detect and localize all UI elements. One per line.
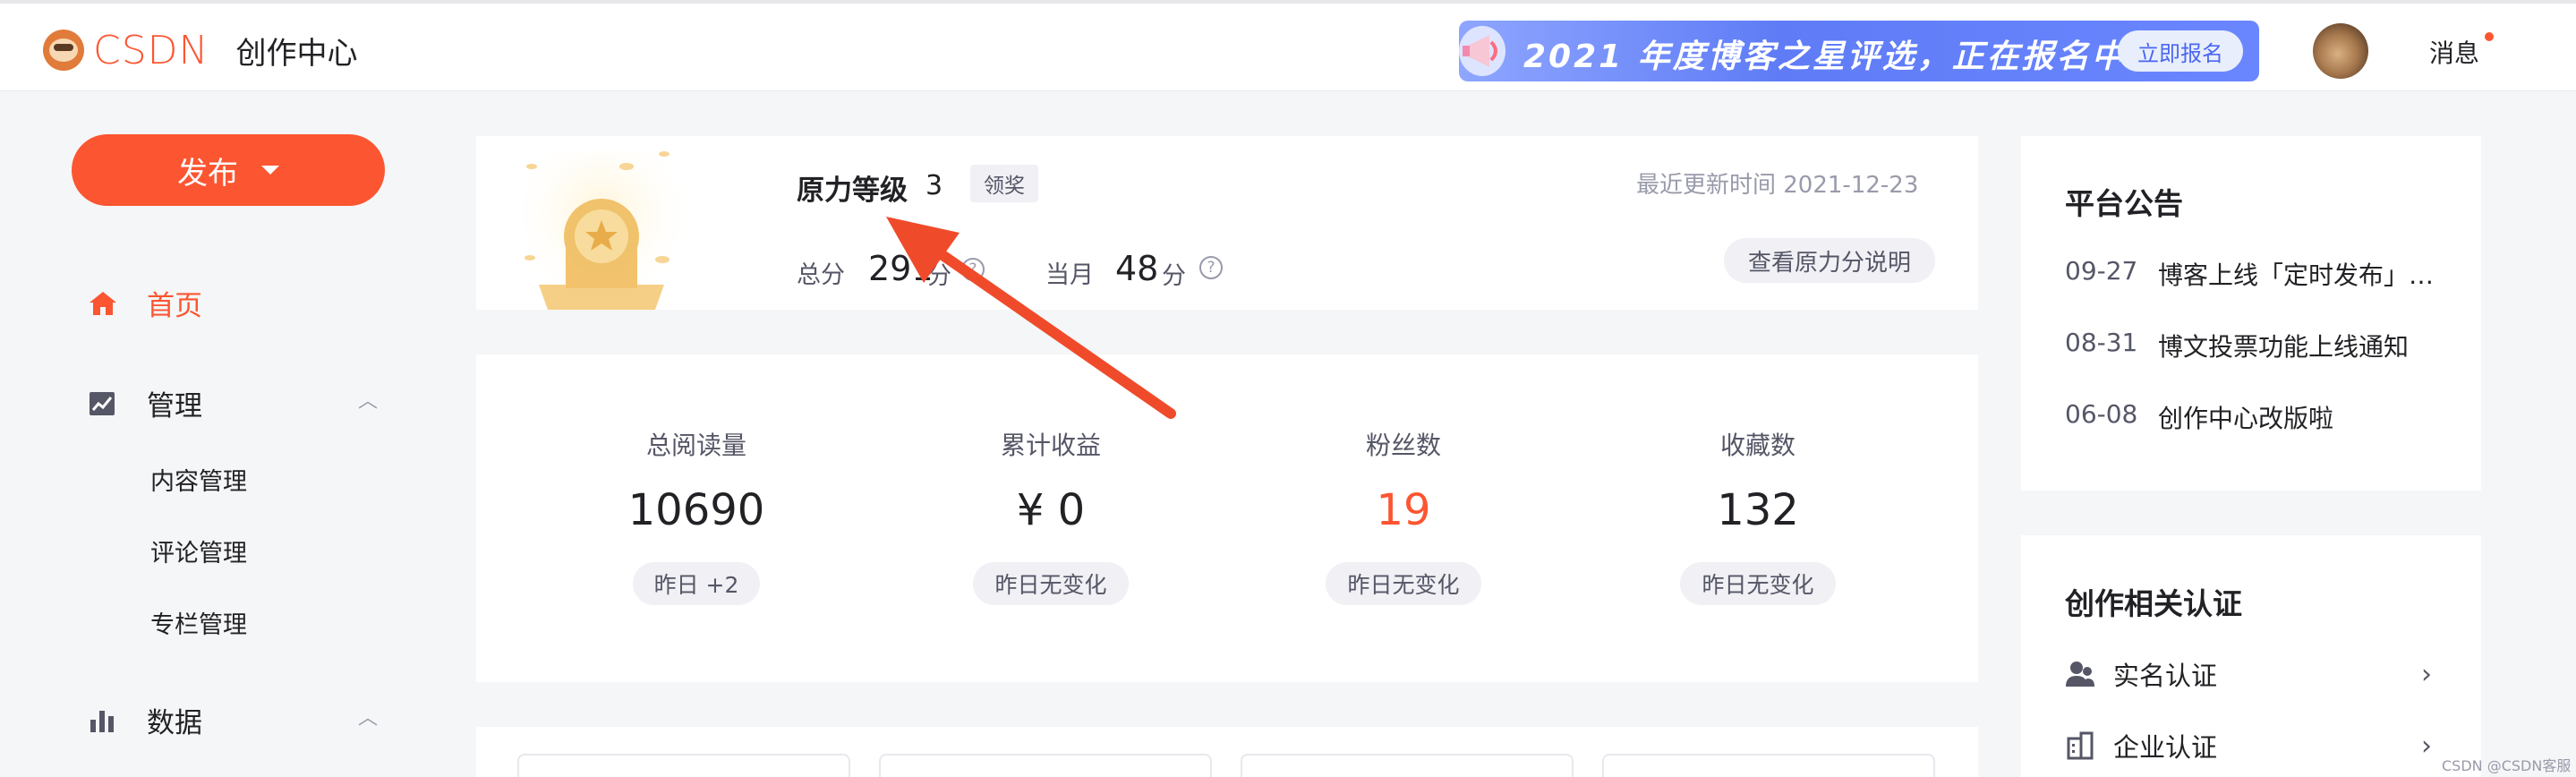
stat-label: 收藏数 — [1719, 431, 1796, 460]
top-bar: CSDN 创作中心 2021 年度博客之星评选，正在报名中! 立即报名 消息 — [0, 0, 2576, 91]
mini-card[interactable] — [879, 754, 1212, 777]
unread-dot — [2485, 32, 2494, 41]
publish-button[interactable]: 发布 — [72, 134, 385, 206]
sidebar-item-content[interactable]: 内容管理 — [150, 462, 247, 497]
stat-reads[interactable]: 总阅读量 10690 昨日 +2 — [562, 426, 831, 605]
cert-label: 企业认证 — [2113, 732, 2218, 763]
megaphone-icon — [1459, 26, 1506, 76]
notice-text: 博客上线「定时发布」功能 — [2158, 260, 2435, 290]
sidebar-item-label: 数据 — [147, 707, 202, 739]
chevron-right-icon: › — [2421, 658, 2432, 690]
bar-chart-icon — [90, 710, 114, 732]
center-title: 创作中心 — [235, 35, 358, 72]
stat-value: ¥ 0 — [1016, 485, 1086, 535]
sidebar-item-label: 首页 — [147, 290, 202, 322]
chevron-right-icon: › — [2421, 730, 2432, 762]
csdn-logo[interactable]: CSDN 创作中心 — [43, 27, 357, 73]
notice-text: 创作中心改版啦 — [2158, 404, 2334, 433]
cert-item-enterprise[interactable]: 企业认证 › — [2065, 727, 2432, 764]
stat-label: 粉丝数 — [1365, 431, 1441, 460]
sidebar-item-manage[interactable]: 管理 — [88, 383, 202, 423]
notice-title: 平台公告 — [2065, 186, 2183, 221]
stat-favorites[interactable]: 收藏数 132 昨日无变化 — [1624, 426, 1892, 605]
notice-date: 09-27 — [2065, 256, 2138, 286]
notice-text: 博文投票功能上线通知 — [2158, 332, 2410, 362]
mini-card[interactable] — [1602, 754, 1935, 777]
csdn-mascot-icon — [43, 30, 84, 71]
notice-date: 06-08 — [2065, 399, 2138, 429]
notice-item[interactable]: 08-31 博文投票功能上线通知 — [2065, 328, 2435, 363]
level-number: 3 — [925, 170, 943, 201]
total-score-label: 总分 — [797, 261, 845, 289]
annotation-arrow-icon — [886, 217, 1176, 419]
explain-score-button[interactable]: 查看原力分说明 — [1724, 238, 1935, 283]
stat-change: 昨日无变化 — [973, 562, 1129, 605]
chevron-up-icon[interactable]: ︿ — [358, 385, 378, 414]
banner-text: 2021 年度博客之星评选，正在报名中! — [1523, 38, 2145, 75]
notice-item[interactable]: 09-27 博客上线「定时发布」功能 — [2065, 256, 2435, 292]
sidebar-item-columns[interactable]: 专栏管理 — [150, 605, 247, 640]
chart-line-icon — [90, 391, 115, 415]
stat-label: 累计收益 — [1000, 431, 1101, 460]
stat-value: 132 — [1717, 485, 1799, 535]
user-group-icon — [2066, 662, 2094, 687]
sidebar-item-label: 管理 — [147, 390, 202, 423]
avatar[interactable] — [2313, 23, 2368, 79]
certification-title: 创作相关认证 — [2065, 586, 2242, 621]
stat-change: 昨日无变化 — [1680, 562, 1836, 605]
stat-earnings[interactable]: 累计收益 ¥ 0 昨日无变化 — [917, 426, 1185, 605]
notice-item[interactable]: 06-08 创作中心改版啦 — [2065, 399, 2435, 435]
stat-change: 昨日 +2 — [632, 562, 761, 605]
last-updated: 最近更新时间 2021-12-23 — [1636, 172, 1919, 199]
stat-label: 总阅读量 — [645, 431, 746, 460]
mini-card[interactable] — [1241, 754, 1574, 777]
sidebar-item-comments[interactable]: 评论管理 — [150, 534, 247, 568]
stat-change: 昨日无变化 — [1326, 562, 1481, 605]
cert-label: 实名认证 — [2113, 661, 2218, 691]
blog-star-banner[interactable]: 2021 年度博客之星评选，正在报名中! 立即报名 — [1459, 21, 2259, 81]
messages-link[interactable]: 消息 — [2429, 34, 2479, 70]
notice-date: 08-31 — [2065, 328, 2138, 357]
sidebar-item-data[interactable]: 数据 — [88, 700, 202, 740]
building-icon — [2067, 731, 2094, 760]
help-icon[interactable]: ? — [1199, 256, 1223, 279]
stat-value: 19 — [1376, 485, 1431, 535]
chevron-up-icon[interactable]: ︿ — [358, 702, 378, 730]
signup-button[interactable]: 立即报名 — [2118, 30, 2243, 72]
level-card — [476, 136, 1978, 310]
caret-down-icon — [261, 166, 279, 175]
home-icon — [90, 291, 116, 315]
level-title: 原力等级 — [797, 175, 908, 207]
mini-card[interactable] — [517, 754, 850, 777]
stat-value: 10690 — [627, 485, 765, 535]
watermark: CSDN @CSDN客服 — [2442, 757, 2572, 774]
claim-reward-button[interactable]: 领奖 — [970, 165, 1038, 202]
publish-label: 发布 — [177, 155, 238, 192]
sidebar-item-home[interactable]: 首页 — [88, 283, 202, 323]
logo-text: CSDN — [93, 27, 209, 73]
cert-item-realname[interactable]: 实名认证 › — [2065, 655, 2432, 693]
stat-fans[interactable]: 粉丝数 19 昨日无变化 — [1269, 426, 1538, 605]
trophy-medal-icon — [521, 150, 682, 310]
